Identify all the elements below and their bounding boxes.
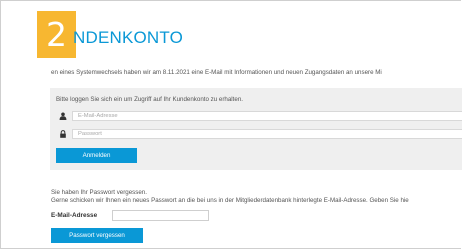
lock-icon [56, 128, 69, 140]
reset-email-input[interactable] [112, 210, 209, 221]
email-field-row [56, 110, 462, 122]
login-intro-text: Bitte loggen Sie sich ein um Zugriff auf… [56, 96, 243, 103]
step-number-badge: 2 [37, 11, 76, 58]
forgot-password-instructions: Gerne schicken wir Ihnen ein neues Passw… [51, 197, 409, 204]
page-frame: 2 NDENKONTO en eines Systemwechsels habe… [0, 0, 462, 249]
system-change-notice: en eines Systemwechsels haben wir am 8.1… [51, 69, 382, 76]
password-field-row [56, 128, 462, 140]
password-input[interactable] [72, 129, 462, 139]
page-title: NDENKONTO [73, 28, 184, 47]
user-icon [56, 110, 69, 122]
reset-email-label: E-Mail-Adresse [51, 212, 98, 219]
forgot-password-heading: Sie haben Ihr Passwort vergessen. [51, 189, 147, 196]
forgot-password-button[interactable]: Passwort vergessen [51, 228, 143, 243]
login-button[interactable]: Anmelden [56, 148, 137, 163]
email-input[interactable] [72, 111, 462, 121]
login-panel: Bitte loggen Sie sich ein um Zugriff auf… [50, 88, 462, 170]
